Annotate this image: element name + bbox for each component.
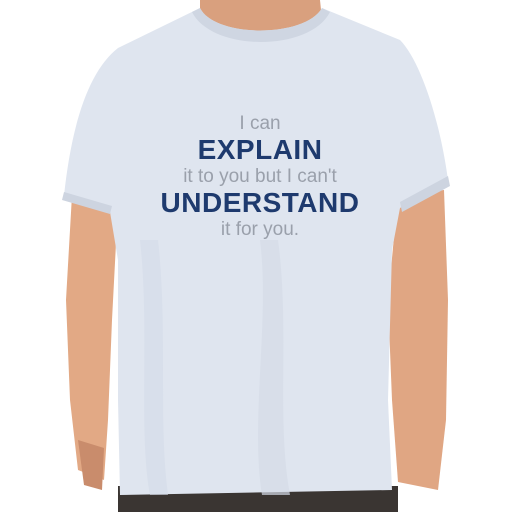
print-line-explain: EXPLAIN <box>197 134 323 165</box>
print-line-1: I can <box>239 113 281 134</box>
shirt-print: I can EXPLAIN it to you but I can't UNDE… <box>110 112 410 241</box>
print-line-understand: UNDERSTAND <box>160 187 360 218</box>
print-line-3: it to you but I can't <box>183 166 337 187</box>
tshirt-photo <box>62 0 450 512</box>
shirt-body <box>64 8 448 495</box>
print-line-5: it for you. <box>220 219 300 240</box>
